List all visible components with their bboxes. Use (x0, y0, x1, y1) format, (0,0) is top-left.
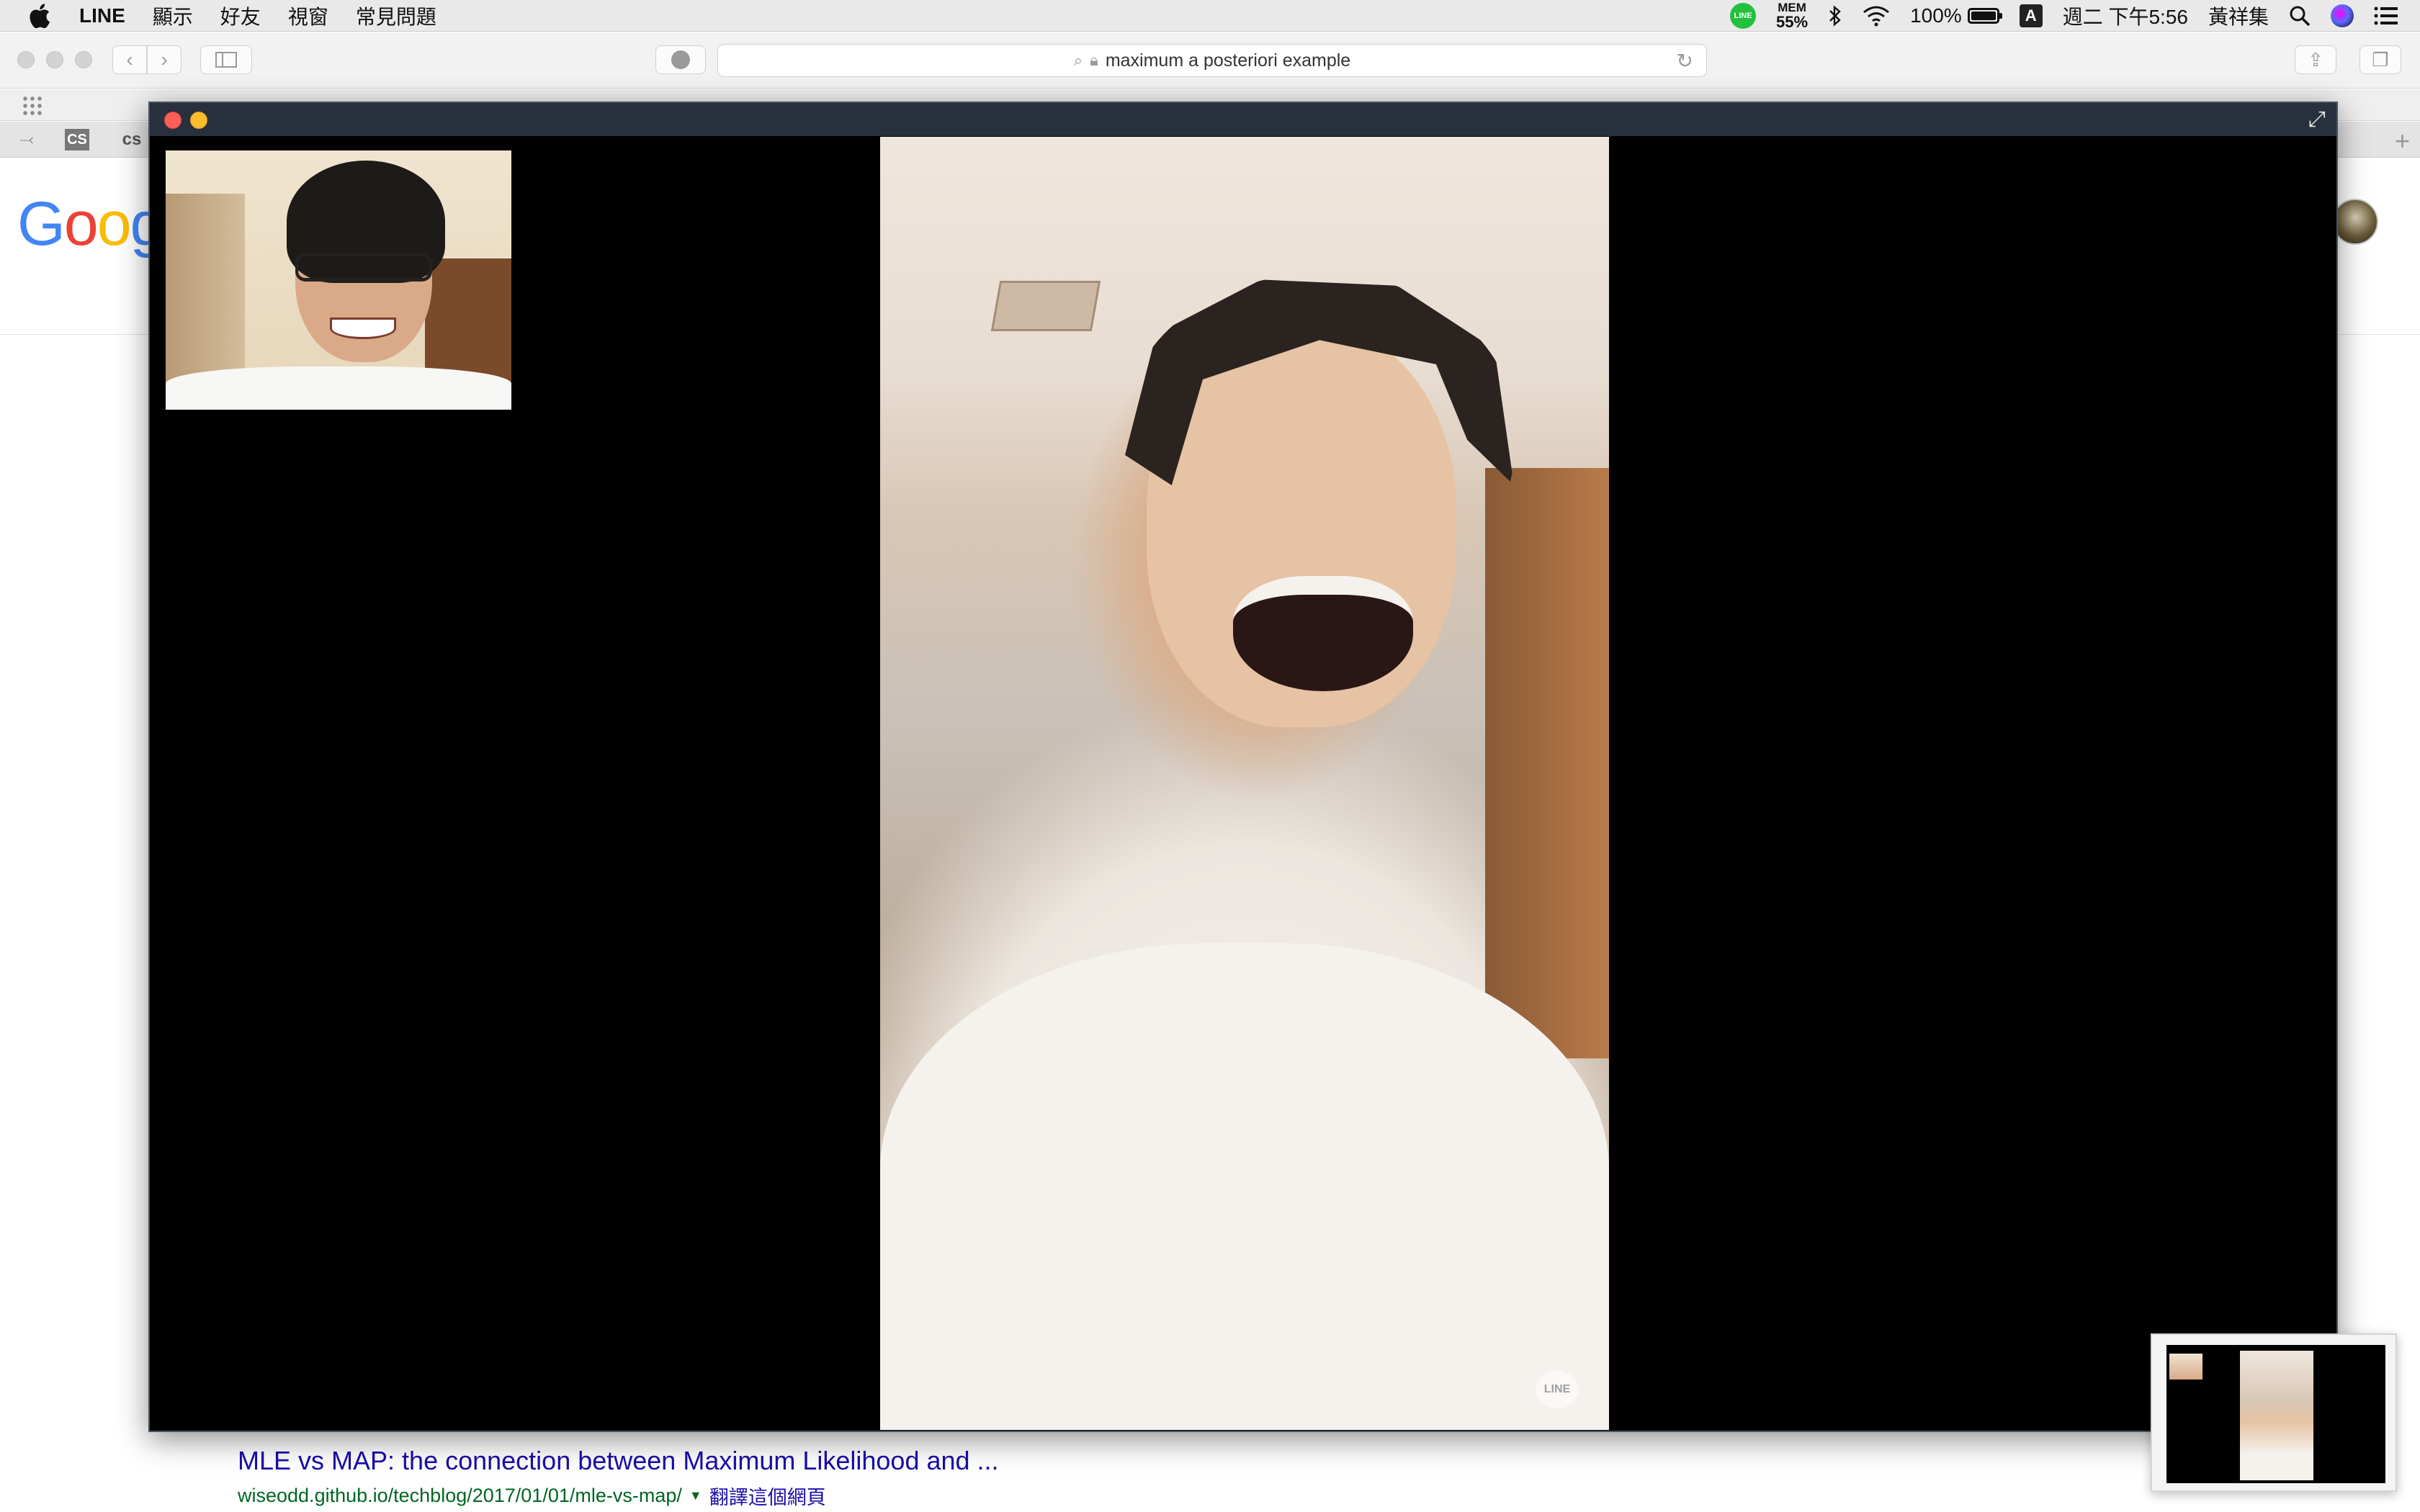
preview-person-shirt (166, 366, 511, 410)
back-button[interactable]: ‹ (112, 45, 147, 74)
fullscreen-icon[interactable]: ⤢ (2305, 107, 2329, 132)
menu-bar: LINE 顯示 好友 視窗 常見問題 LINE MEM 55% 100% A 週… (0, 0, 2420, 32)
menu-faq[interactable]: 常見問題 (356, 1, 436, 30)
new-tab-button[interactable]: + (2395, 126, 2410, 156)
browser-toolbar: ‹ › ⌕ 🔒︎ maximum a posteriori example ↻ … (0, 32, 2420, 89)
call-title-bar[interactable]: ⤢ (150, 103, 2336, 136)
url-dropdown-icon[interactable]: ▼ (689, 1488, 702, 1503)
memory-monitor[interactable]: MEM 55% (1776, 1, 1808, 30)
battery-percent: 100% (1910, 4, 1962, 27)
remote-video-feed: LINE (880, 137, 1609, 1430)
battery-icon (1967, 8, 2002, 24)
video-person-mouth (1233, 576, 1413, 691)
apple-menu-icon[interactable] (29, 3, 50, 28)
self-video-preview[interactable] (166, 150, 511, 410)
browser-close-button[interactable] (17, 51, 35, 68)
siri-icon[interactable] (2331, 4, 2354, 27)
share-button[interactable]: ⇪ (2295, 45, 2336, 74)
browser-minimize-button[interactable] (46, 51, 63, 68)
privacy-icon (671, 50, 690, 69)
search-result-url: wiseodd.github.io/techblog/2017/01/01/ml… (238, 1485, 682, 1506)
pinned-tab-cs[interactable]: CS (65, 129, 89, 150)
clock[interactable]: 週二 下午5:56 (2063, 1, 2188, 30)
favorites-grid-icon[interactable] (22, 95, 43, 117)
pip-remote-feed (2240, 1351, 2313, 1480)
memory-value: 55% (1776, 13, 1809, 31)
menu-friends[interactable]: 好友 (220, 1, 261, 30)
call-close-button[interactable] (164, 112, 182, 129)
search-icon: ⌕ (1073, 51, 1083, 69)
wifi-icon[interactable] (1863, 5, 1890, 27)
privacy-extension-button[interactable] (655, 45, 706, 74)
app-menu-line[interactable]: LINE (79, 4, 125, 27)
sidebar-icon (215, 52, 237, 68)
spotlight-search-icon[interactable] (2289, 5, 2311, 27)
show-tabs-button[interactable]: ❐ (2360, 45, 2401, 74)
pinned-tab-cs-2[interactable]: cs (120, 129, 144, 150)
call-minimize-button[interactable] (190, 112, 207, 129)
input-source-icon[interactable]: A (2019, 4, 2043, 27)
line-watermark-logo: LINE (1536, 1371, 1579, 1408)
preview-person-glasses (295, 253, 432, 282)
video-door (1485, 468, 1609, 1058)
search-result-url-row: wiseodd.github.io/techblog/2017/01/01/ml… (238, 1482, 826, 1510)
pip-self-preview (2169, 1354, 2202, 1380)
menu-window[interactable]: 視窗 (288, 1, 328, 30)
preview-person-smile (330, 318, 396, 339)
address-bar[interactable]: ⌕ 🔒︎ maximum a posteriori example ↻ (717, 44, 1707, 77)
bluetooth-icon[interactable] (1828, 4, 1842, 27)
notification-center-icon[interactable] (2374, 6, 2398, 26)
address-text: maximum a posteriori example (1105, 50, 1351, 71)
sidebar-toggle-button[interactable] (200, 45, 252, 74)
pinned-tab-bird-icon[interactable]: ⤙ (14, 129, 39, 150)
pip-thumbnail-window[interactable] (2151, 1333, 2397, 1492)
video-person-shirt (880, 943, 1609, 1430)
lock-icon: 🔒︎ (1090, 51, 1098, 69)
search-result-title-link[interactable]: MLE vs MAP: the connection between Maxim… (238, 1446, 999, 1476)
user-name[interactable]: 黃祥集 (2208, 1, 2269, 30)
line-status-icon[interactable]: LINE (1730, 3, 1757, 29)
google-logo[interactable]: Goog (17, 189, 164, 260)
forward-button[interactable]: › (147, 45, 182, 74)
reload-icon[interactable]: ↻ (1677, 49, 1693, 73)
video-ceiling-vent (990, 281, 1101, 331)
browser-zoom-button[interactable] (75, 51, 92, 68)
translate-page-link[interactable]: 翻譯這個網頁 (709, 1482, 826, 1510)
account-avatar[interactable] (2332, 199, 2378, 245)
battery-indicator[interactable]: 100% (1910, 4, 2002, 27)
menu-view[interactable]: 顯示 (153, 1, 193, 30)
pip-video (2166, 1345, 2385, 1483)
line-video-call-window: ⤢ LINE (148, 102, 2338, 1432)
